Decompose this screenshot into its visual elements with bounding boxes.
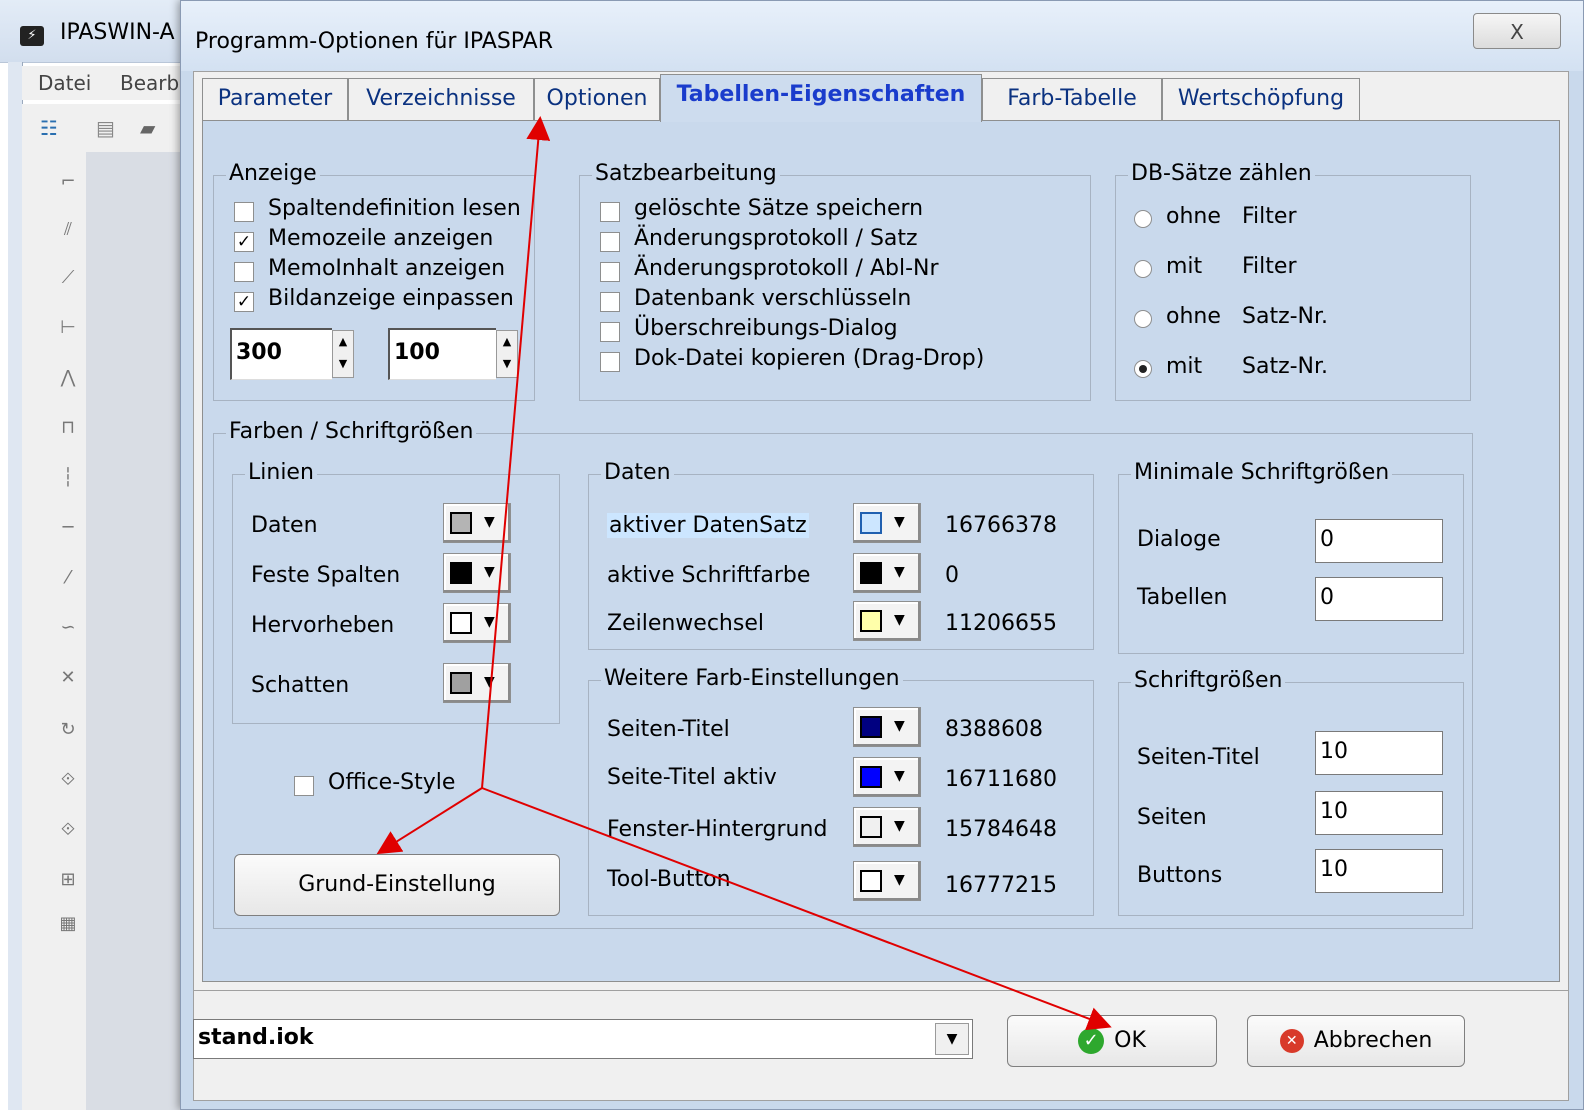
- annotation-arrows: [376, 116, 1112, 1031]
- tab-tabellen-eigenschaften[interactable]: Tabellen-Eigenschaften: [660, 74, 982, 122]
- arrow-to-ok-button: [481, 787, 1112, 1031]
- arrow-to-grund-einstellung: [376, 787, 483, 855]
- arrow-to-optionen-tab: [481, 116, 551, 789]
